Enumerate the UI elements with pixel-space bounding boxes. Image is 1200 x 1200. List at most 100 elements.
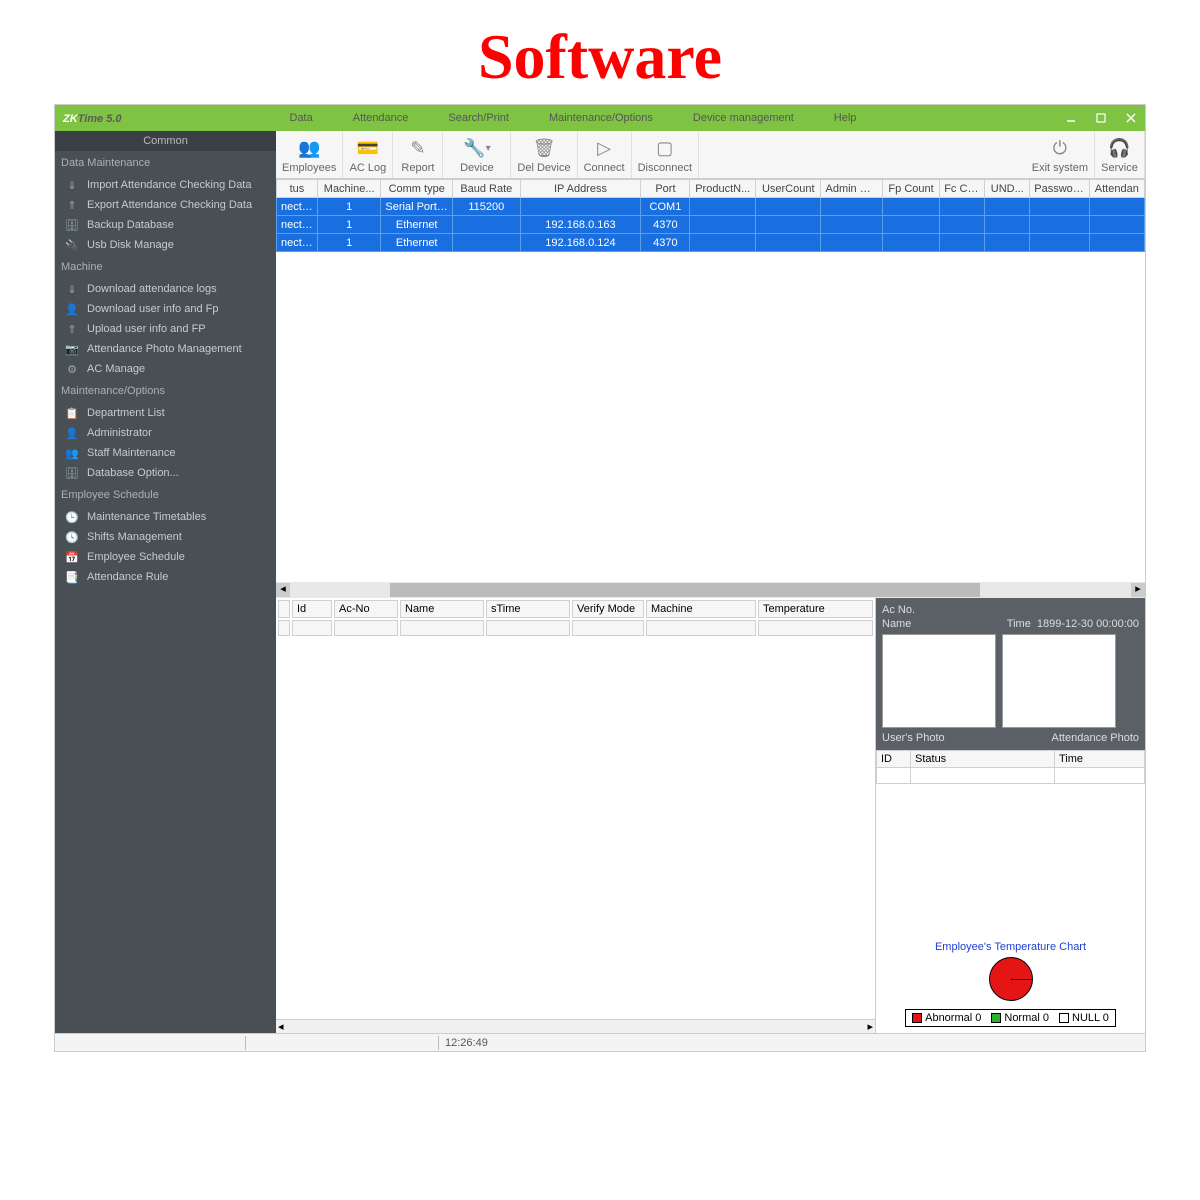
sidebar-item[interactable]: ⇓Import Attendance Checking Data — [55, 175, 276, 195]
legend-label: NULL 0 — [1072, 1012, 1109, 1024]
power-icon: ⏻ — [1053, 136, 1067, 162]
tool-ac-log[interactable]: 💳AC Log — [343, 131, 393, 178]
column-header[interactable]: IP Address — [520, 180, 641, 198]
temperature-chart: Employee's Temperature Chart Abnormal 0N… — [876, 784, 1145, 1033]
sidebar-item[interactable]: 🔌Usb Disk Manage — [55, 235, 276, 255]
sidebar-item-icon: 📋 — [63, 406, 81, 420]
scroll-thumb[interactable] — [390, 583, 980, 597]
column-header[interactable]: Id — [292, 600, 332, 618]
employee-info-panel: Ac No. Name Time 1899-12-30 00:00:00 Use… — [876, 598, 1145, 750]
sidebar-item[interactable]: 👤Administrator — [55, 423, 276, 443]
legend-label: Normal 0 — [1004, 1012, 1049, 1024]
sidebar-item-label: Upload user info and FP — [87, 323, 206, 335]
status-grid: IDStatusTime — [876, 750, 1145, 784]
column-header[interactable]: Fc Co... — [940, 180, 985, 198]
statusbar-time: 12:26:49 — [445, 1037, 488, 1049]
headset-icon: 🎧 — [1108, 136, 1130, 162]
close-button[interactable] — [1117, 107, 1145, 129]
sidebar-item[interactable]: ⇓Download attendance logs — [55, 279, 276, 299]
column-header[interactable]: Attendan — [1089, 180, 1144, 198]
stop-icon: ▢ — [656, 136, 673, 162]
sidebar-item[interactable]: 🗄Database Option... — [55, 463, 276, 483]
tool-report[interactable]: ✎Report — [393, 131, 443, 178]
sidebar-item-label: Employee Schedule — [87, 551, 185, 563]
sidebar-item[interactable]: ⇑Upload user info and FP — [55, 319, 276, 339]
column-header[interactable]: UND... — [985, 180, 1030, 198]
sidebar-item[interactable]: 🗄Backup Database — [55, 215, 276, 235]
column-header[interactable]: Verify Mode — [572, 600, 644, 618]
column-header[interactable]: ID — [877, 751, 911, 768]
acno-label: Ac No. — [882, 604, 915, 616]
menu-search-print[interactable]: Search/Print — [448, 112, 509, 124]
page-heading: Software — [0, 0, 1200, 104]
column-header[interactable]: Password... — [1030, 180, 1089, 198]
sidebar-item[interactable]: 👤Download user info and Fp — [55, 299, 276, 319]
sidebar-item-label: Download attendance logs — [87, 283, 217, 295]
minimize-button[interactable] — [1057, 107, 1085, 129]
sidebar-header: Common — [55, 131, 276, 151]
user-photo-label: User's Photo — [882, 732, 945, 744]
device-row[interactable]: nected1Ethernet192.168.0.1244370 — [277, 234, 1145, 252]
time-value: 1899-12-30 00:00:00 — [1037, 618, 1139, 630]
tool-service[interactable]: 🎧Service — [1095, 131, 1145, 178]
sidebar-item-label: Download user info and Fp — [87, 303, 218, 315]
tool-device[interactable]: 🔧 ▾Device — [443, 131, 511, 178]
column-header[interactable]: Machine — [646, 600, 756, 618]
tool-disconnect[interactable]: ▢Disconnect — [632, 131, 699, 178]
sidebar-item[interactable]: 📅Employee Schedule — [55, 547, 276, 567]
tool-connect[interactable]: ▷Connect — [578, 131, 632, 178]
column-header[interactable]: UserCount — [755, 180, 821, 198]
tool-del-device[interactable]: 🗑Del Device — [511, 131, 577, 178]
device-row[interactable]: nected1Ethernet192.168.0.1634370 — [277, 216, 1145, 234]
column-header[interactable]: tus — [277, 180, 318, 198]
column-header[interactable]: sTime — [486, 600, 570, 618]
sidebar-item-label: Export Attendance Checking Data — [87, 199, 252, 211]
sidebar-item-icon: 🗄 — [63, 466, 81, 480]
column-header[interactable]: Temperature — [758, 600, 873, 618]
column-header[interactable]: Comm type — [381, 180, 453, 198]
user-photo-box — [882, 634, 996, 728]
column-header[interactable]: ProductN... — [690, 180, 756, 198]
sidebar-item[interactable]: 🕓Shifts Management — [55, 527, 276, 547]
sidebar-item-label: Shifts Management — [87, 531, 182, 543]
sidebar-item[interactable]: ⚙AC Manage — [55, 359, 276, 379]
scroll-left-icon[interactable]: ◂ — [276, 583, 290, 597]
sidebar-item-label: Attendance Photo Management — [87, 343, 242, 355]
sidebar-item-label: Import Attendance Checking Data — [87, 179, 251, 191]
column-header[interactable]: Machine... — [317, 180, 380, 198]
column-header[interactable]: Port — [641, 180, 690, 198]
device-row[interactable]: nected1Serial Port/...115200COM1 — [277, 198, 1145, 216]
legend-item: Abnormal 0 — [912, 1012, 981, 1024]
scroll-right-icon[interactable]: ▸ — [1131, 583, 1145, 597]
menu-data[interactable]: Data — [290, 112, 313, 124]
column-header[interactable]: Baud Rate — [453, 180, 521, 198]
menu-device-management[interactable]: Device management — [693, 112, 794, 124]
device-grid-hscroll[interactable]: ◂ ▸ — [276, 582, 1145, 598]
maximize-button[interactable] — [1087, 107, 1115, 129]
sidebar-item[interactable]: ⇑Export Attendance Checking Data — [55, 195, 276, 215]
menu-help[interactable]: Help — [834, 112, 857, 124]
column-header[interactable]: Ac-No — [334, 600, 398, 618]
tool-exit-system[interactable]: ⏻Exit system — [1026, 131, 1095, 178]
sidebar-item[interactable]: 📋Department List — [55, 403, 276, 423]
sidebar-item-icon: 🕒 — [63, 510, 81, 524]
sidebar-item[interactable]: 🕒Maintenance Timetables — [55, 507, 276, 527]
legend-swatch-icon — [1059, 1013, 1069, 1023]
column-header[interactable]: Name — [400, 600, 484, 618]
sidebar-item[interactable]: 📑Attendance Rule — [55, 567, 276, 587]
sidebar-item[interactable]: 👥Staff Maintenance — [55, 443, 276, 463]
sidebar-item-icon: 🗄 — [63, 218, 81, 232]
sidebar-item[interactable]: 📷 Attendance Photo Management — [55, 339, 276, 359]
column-header[interactable]: Status — [911, 751, 1055, 768]
menu-attendance[interactable]: Attendance — [353, 112, 409, 124]
sidebar-item-label: Attendance Rule — [87, 571, 168, 583]
column-header[interactable]: Fp Count — [882, 180, 939, 198]
log-grid: IdAc-NoNamesTimeVerify ModeMachineTemper… — [276, 598, 875, 638]
menu-maintenance-options[interactable]: Maintenance/Options — [549, 112, 653, 124]
column-header[interactable]: Admin Co... — [821, 180, 882, 198]
app-window: ZKTime 5.0 Data Attendance Search/Print … — [54, 104, 1146, 1052]
column-header[interactable]: Time — [1055, 751, 1145, 768]
log-grid-hscroll[interactable]: ◂▸ — [276, 1019, 875, 1033]
tool-employees[interactable]: 👥Employees — [276, 131, 343, 178]
sidebar-item-icon: 📷 — [63, 342, 81, 356]
